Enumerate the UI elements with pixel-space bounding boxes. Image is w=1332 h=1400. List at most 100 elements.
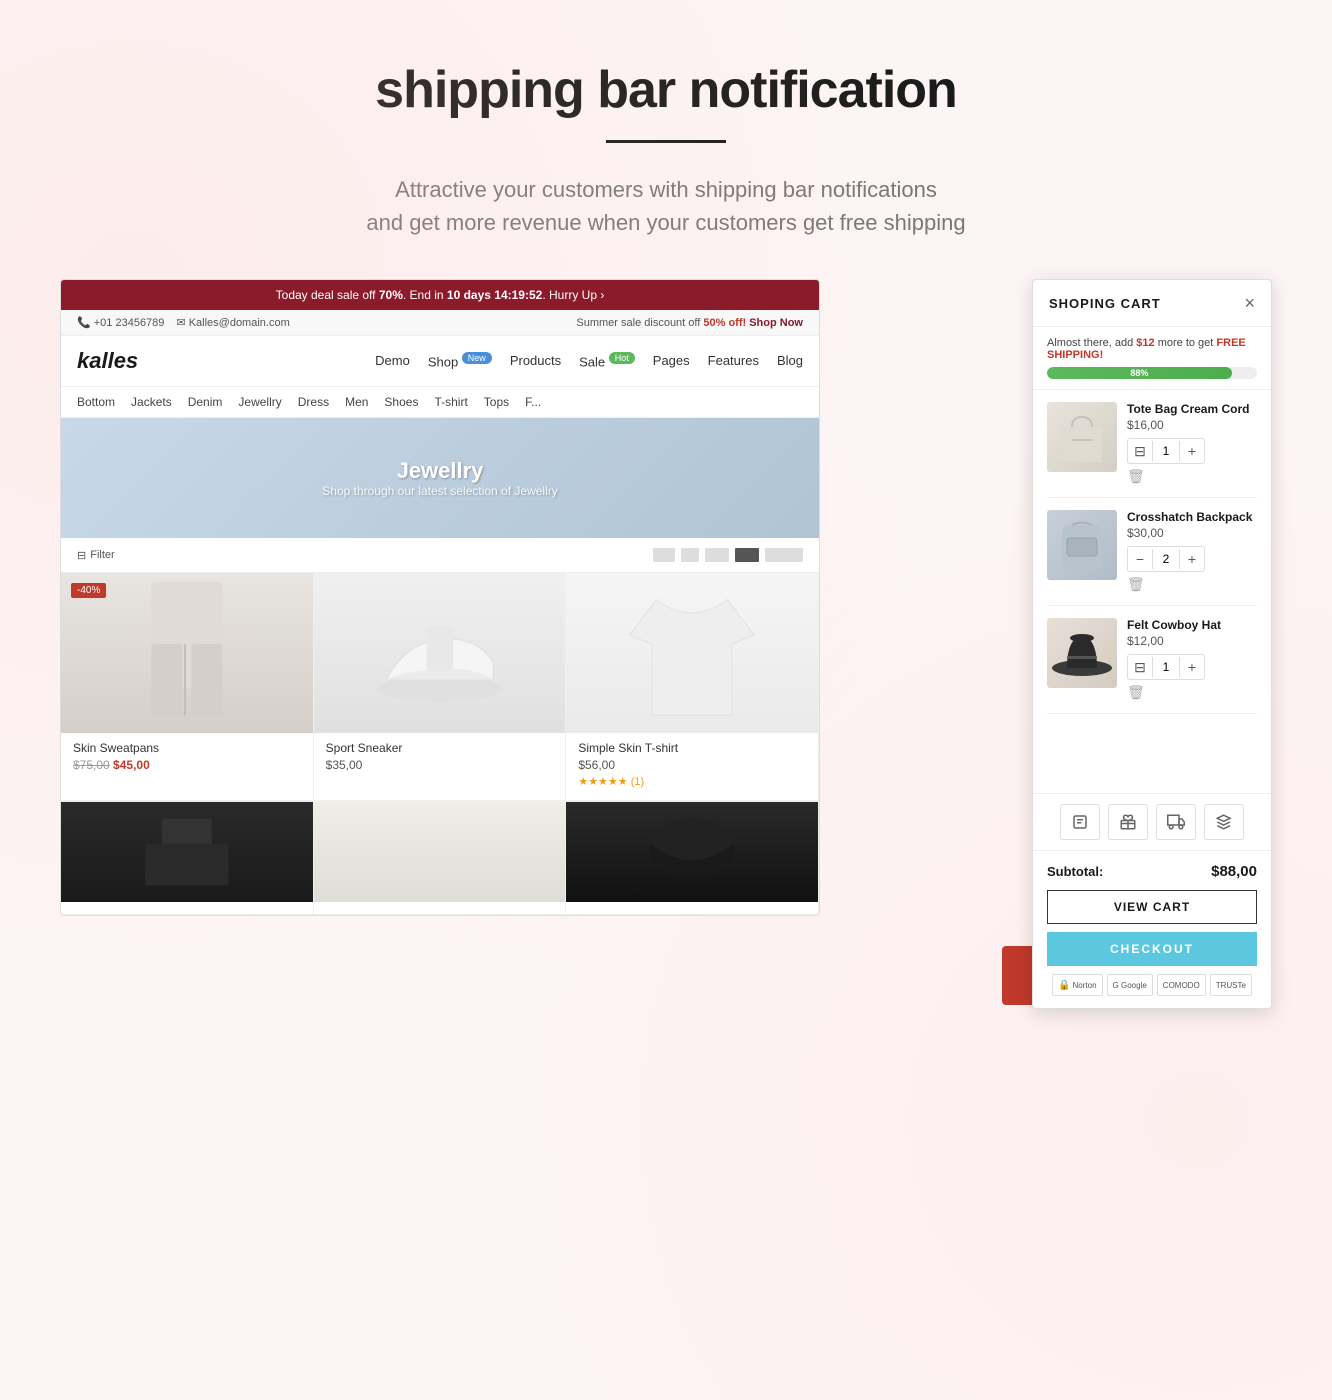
qty-control-2: − 2 + <box>1127 546 1205 572</box>
delete-item-3[interactable]: 🗑 <box>1127 684 1257 701</box>
collection-title: Jewellry <box>397 458 484 484</box>
shipping-progress-bar: 88% <box>1047 367 1257 379</box>
screenshot-and-cart: Today deal sale off 70%. End in 10 days … <box>60 279 1272 916</box>
cart-item-name-2: Crosshatch Backpack <box>1127 510 1257 524</box>
product-image-5[interactable] <box>314 802 566 902</box>
nav-blog[interactable]: Blog <box>777 353 803 369</box>
grid-2col-view[interactable] <box>681 548 699 562</box>
collection-subtitle: Shop through our latest selection of Jew… <box>322 484 557 498</box>
deal-bar: Today deal sale off 70%. End in 10 days … <box>61 280 819 310</box>
view-cart-button[interactable]: VIEW CART <box>1047 890 1257 924</box>
product-card-3: Simple Skin T-shirt $56,00 ★★★★★ (1) <box>566 573 819 801</box>
deal-text: Today deal sale off 70%. End in 10 days … <box>276 288 605 302</box>
qty-increase-2[interactable]: + <box>1180 547 1204 571</box>
cart-item-price-1: $16,00 <box>1127 418 1257 432</box>
product-image-3[interactable] <box>566 573 818 733</box>
product-card-1: -40% Skin Sweatpans $75,00 $45,00 <box>61 573 314 801</box>
trust-badges: 🔒 Norton G Google COMODO TRUSTe <box>1047 974 1257 996</box>
cart-item-price-2: $30,00 <box>1127 526 1257 540</box>
product-stars-3: ★★★★★ (1) <box>578 775 806 788</box>
tag-action-icon[interactable] <box>1204 804 1244 840</box>
truste-badge: TRUSTe <box>1210 974 1252 996</box>
store-logo[interactable]: kalles <box>77 348 138 374</box>
title-divider <box>606 140 726 143</box>
cart-item-3: Felt Cowboy Hat $12,00 ⊟ 1 + 🗑 <box>1047 606 1257 714</box>
shipping-amount: $12 <box>1136 337 1154 349</box>
cart-item-image-2 <box>1047 510 1117 580</box>
product-info-3: Simple Skin T-shirt $56,00 ★★★★★ (1) <box>566 733 818 788</box>
hero-subtitle: Attractive your customers with shipping … <box>316 173 1016 239</box>
product-info-1: Skin Sweatpans $75,00 $45,00 <box>61 733 313 772</box>
gift-action-icon[interactable] <box>1108 804 1148 840</box>
cat-men[interactable]: Men <box>345 395 368 409</box>
hero-section: shipping bar notification Attractive you… <box>0 0 1332 279</box>
cat-jewellry[interactable]: Jewellry <box>238 395 281 409</box>
filter-button[interactable]: ⊟ Filter <box>77 549 115 562</box>
cat-denim[interactable]: Denim <box>188 395 223 409</box>
shipping-text: Almost there, add $12 more to get FREE S… <box>1047 337 1257 361</box>
google-badge: G Google <box>1107 974 1153 996</box>
products-grid: -40% Skin Sweatpans $75,00 $45,00 <box>61 573 819 801</box>
qty-decrease-3[interactable]: ⊟ <box>1128 655 1152 679</box>
nav-demo[interactable]: Demo <box>375 353 410 369</box>
product-card-2: Sport Sneaker $35,00 <box>314 573 567 801</box>
nav-products[interactable]: Products <box>510 353 561 369</box>
category-bar: Bottom Jackets Denim Jewellry Dress Men … <box>61 387 819 418</box>
grid-3col-view[interactable] <box>705 548 729 562</box>
filter-icon: ⊟ <box>77 549 86 562</box>
product-price-2: $35,00 <box>326 758 554 772</box>
cart-items-list: Tote Bag Cream Cord $16,00 ⊟ 1 + 🗑 <box>1033 390 1271 793</box>
qty-control-3: ⊟ 1 + <box>1127 654 1205 680</box>
qty-control-1: ⊟ 1 + <box>1127 438 1205 464</box>
cart-footer: Subtotal: $88,00 VIEW CART CHECKOUT 🔒 No… <box>1033 851 1271 1008</box>
cat-bottom[interactable]: Bottom <box>77 395 115 409</box>
cat-tops[interactable]: Tops <box>484 395 509 409</box>
cart-item-2: Crosshatch Backpack $30,00 − 2 + 🗑 <box>1047 498 1257 606</box>
email-info: ✉ Kalles@domain.com <box>176 316 289 329</box>
nav-sale[interactable]: Sale Hot <box>579 353 635 369</box>
products-toolbar: ⊟ Filter <box>61 538 819 573</box>
cart-item-name-3: Felt Cowboy Hat <box>1127 618 1257 632</box>
grid-5col-view[interactable] <box>765 548 803 562</box>
shipping-action-icon[interactable] <box>1156 804 1196 840</box>
cart-item-1: Tote Bag Cream Cord $16,00 ⊟ 1 + 🗑 <box>1047 390 1257 498</box>
product-image-2[interactable] <box>314 573 566 733</box>
note-action-icon[interactable] <box>1060 804 1100 840</box>
store-hero: Jewellry Shop through our latest selecti… <box>61 418 819 538</box>
products-grid-2 <box>61 801 819 915</box>
cat-shoes[interactable]: Shoes <box>384 395 418 409</box>
grid-list-view[interactable] <box>653 548 675 562</box>
cart-actions <box>1033 793 1271 851</box>
grid-4col-view[interactable] <box>735 548 759 562</box>
cart-item-name-1: Tote Bag Cream Cord <box>1127 402 1257 416</box>
phone-info: 📞 +01 23456789 <box>77 316 164 329</box>
product-name-3: Simple Skin T-shirt <box>578 741 806 755</box>
delete-item-2[interactable]: 🗑 <box>1127 576 1257 593</box>
cat-tshirt[interactable]: T-shirt <box>434 395 467 409</box>
checkout-button[interactable]: CHECKOUT <box>1047 932 1257 966</box>
cat-more[interactable]: F... <box>525 395 541 409</box>
product-price-3: $56,00 <box>578 758 806 772</box>
qty-decrease-1[interactable]: ⊟ <box>1128 439 1152 463</box>
delete-item-1[interactable]: 🗑 <box>1127 468 1257 485</box>
shipping-progress: Almost there, add $12 more to get FREE S… <box>1033 327 1271 390</box>
secondary-bar-left: 📞 +01 23456789 ✉ Kalles@domain.com <box>77 316 290 329</box>
qty-increase-3[interactable]: + <box>1180 655 1204 679</box>
cat-jackets[interactable]: Jackets <box>131 395 172 409</box>
grid-options <box>653 548 803 562</box>
qty-increase-1[interactable]: + <box>1180 439 1204 463</box>
product-image-4[interactable] <box>61 802 313 902</box>
norton-badge: 🔒 Norton <box>1052 974 1102 996</box>
product-image-6[interactable] <box>566 802 818 902</box>
nav-shop[interactable]: Shop New <box>428 353 492 369</box>
subtotal-amount: $88,00 <box>1211 863 1257 880</box>
qty-decrease-2[interactable]: − <box>1128 547 1152 571</box>
shop-now-link[interactable]: Shop Now <box>749 317 803 329</box>
cart-close-button[interactable]: × <box>1244 294 1255 312</box>
product-name-2: Sport Sneaker <box>326 741 554 755</box>
nav-pages[interactable]: Pages <box>653 353 690 369</box>
nav-features[interactable]: Features <box>708 353 759 369</box>
cat-dress[interactable]: Dress <box>298 395 329 409</box>
product-image-1[interactable]: -40% <box>61 573 313 733</box>
secondary-bar: 📞 +01 23456789 ✉ Kalles@domain.com Summe… <box>61 310 819 336</box>
